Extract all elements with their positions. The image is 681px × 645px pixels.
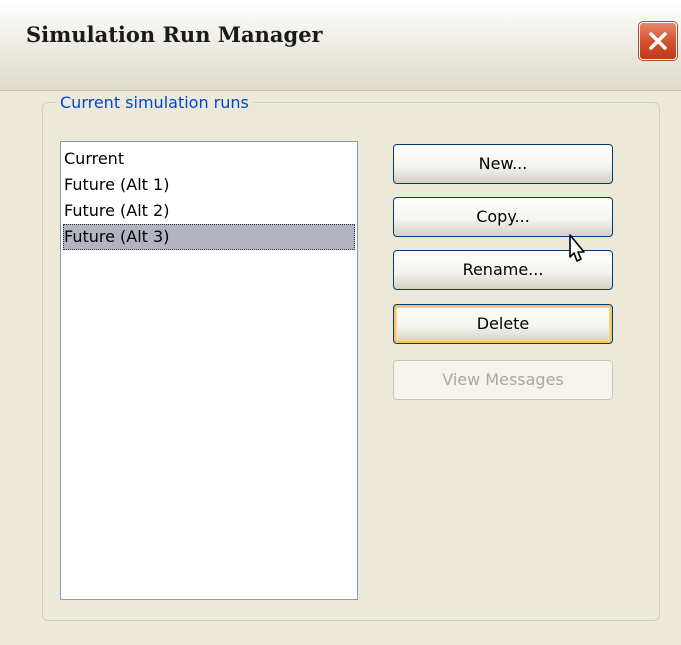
view-messages-button: View Messages bbox=[393, 360, 613, 400]
delete-button[interactable]: Delete bbox=[393, 304, 613, 344]
list-item[interactable]: Future (Alt 2) bbox=[63, 198, 355, 224]
new-button[interactable]: New... bbox=[393, 144, 613, 184]
mouse-cursor-icon bbox=[569, 234, 585, 262]
title-bar[interactable]: Simulation Run Manager bbox=[0, 0, 681, 91]
simulation-runs-list[interactable]: Current Future (Alt 1) Future (Alt 2) Fu… bbox=[60, 141, 358, 600]
list-item-selected[interactable]: Future (Alt 3) bbox=[63, 224, 355, 250]
simulation-run-manager-dialog: Simulation Run Manager Current simulatio… bbox=[0, 0, 681, 645]
list-item[interactable]: Current bbox=[63, 146, 355, 172]
copy-button[interactable]: Copy... bbox=[393, 197, 613, 237]
list-item[interactable]: Future (Alt 1) bbox=[63, 172, 355, 198]
dialog-body: Current simulation runs Current Future (… bbox=[0, 91, 681, 645]
window-title: Simulation Run Manager bbox=[26, 22, 323, 47]
close-button[interactable] bbox=[639, 22, 677, 60]
group-label: Current simulation runs bbox=[56, 93, 253, 112]
close-icon bbox=[649, 32, 667, 50]
